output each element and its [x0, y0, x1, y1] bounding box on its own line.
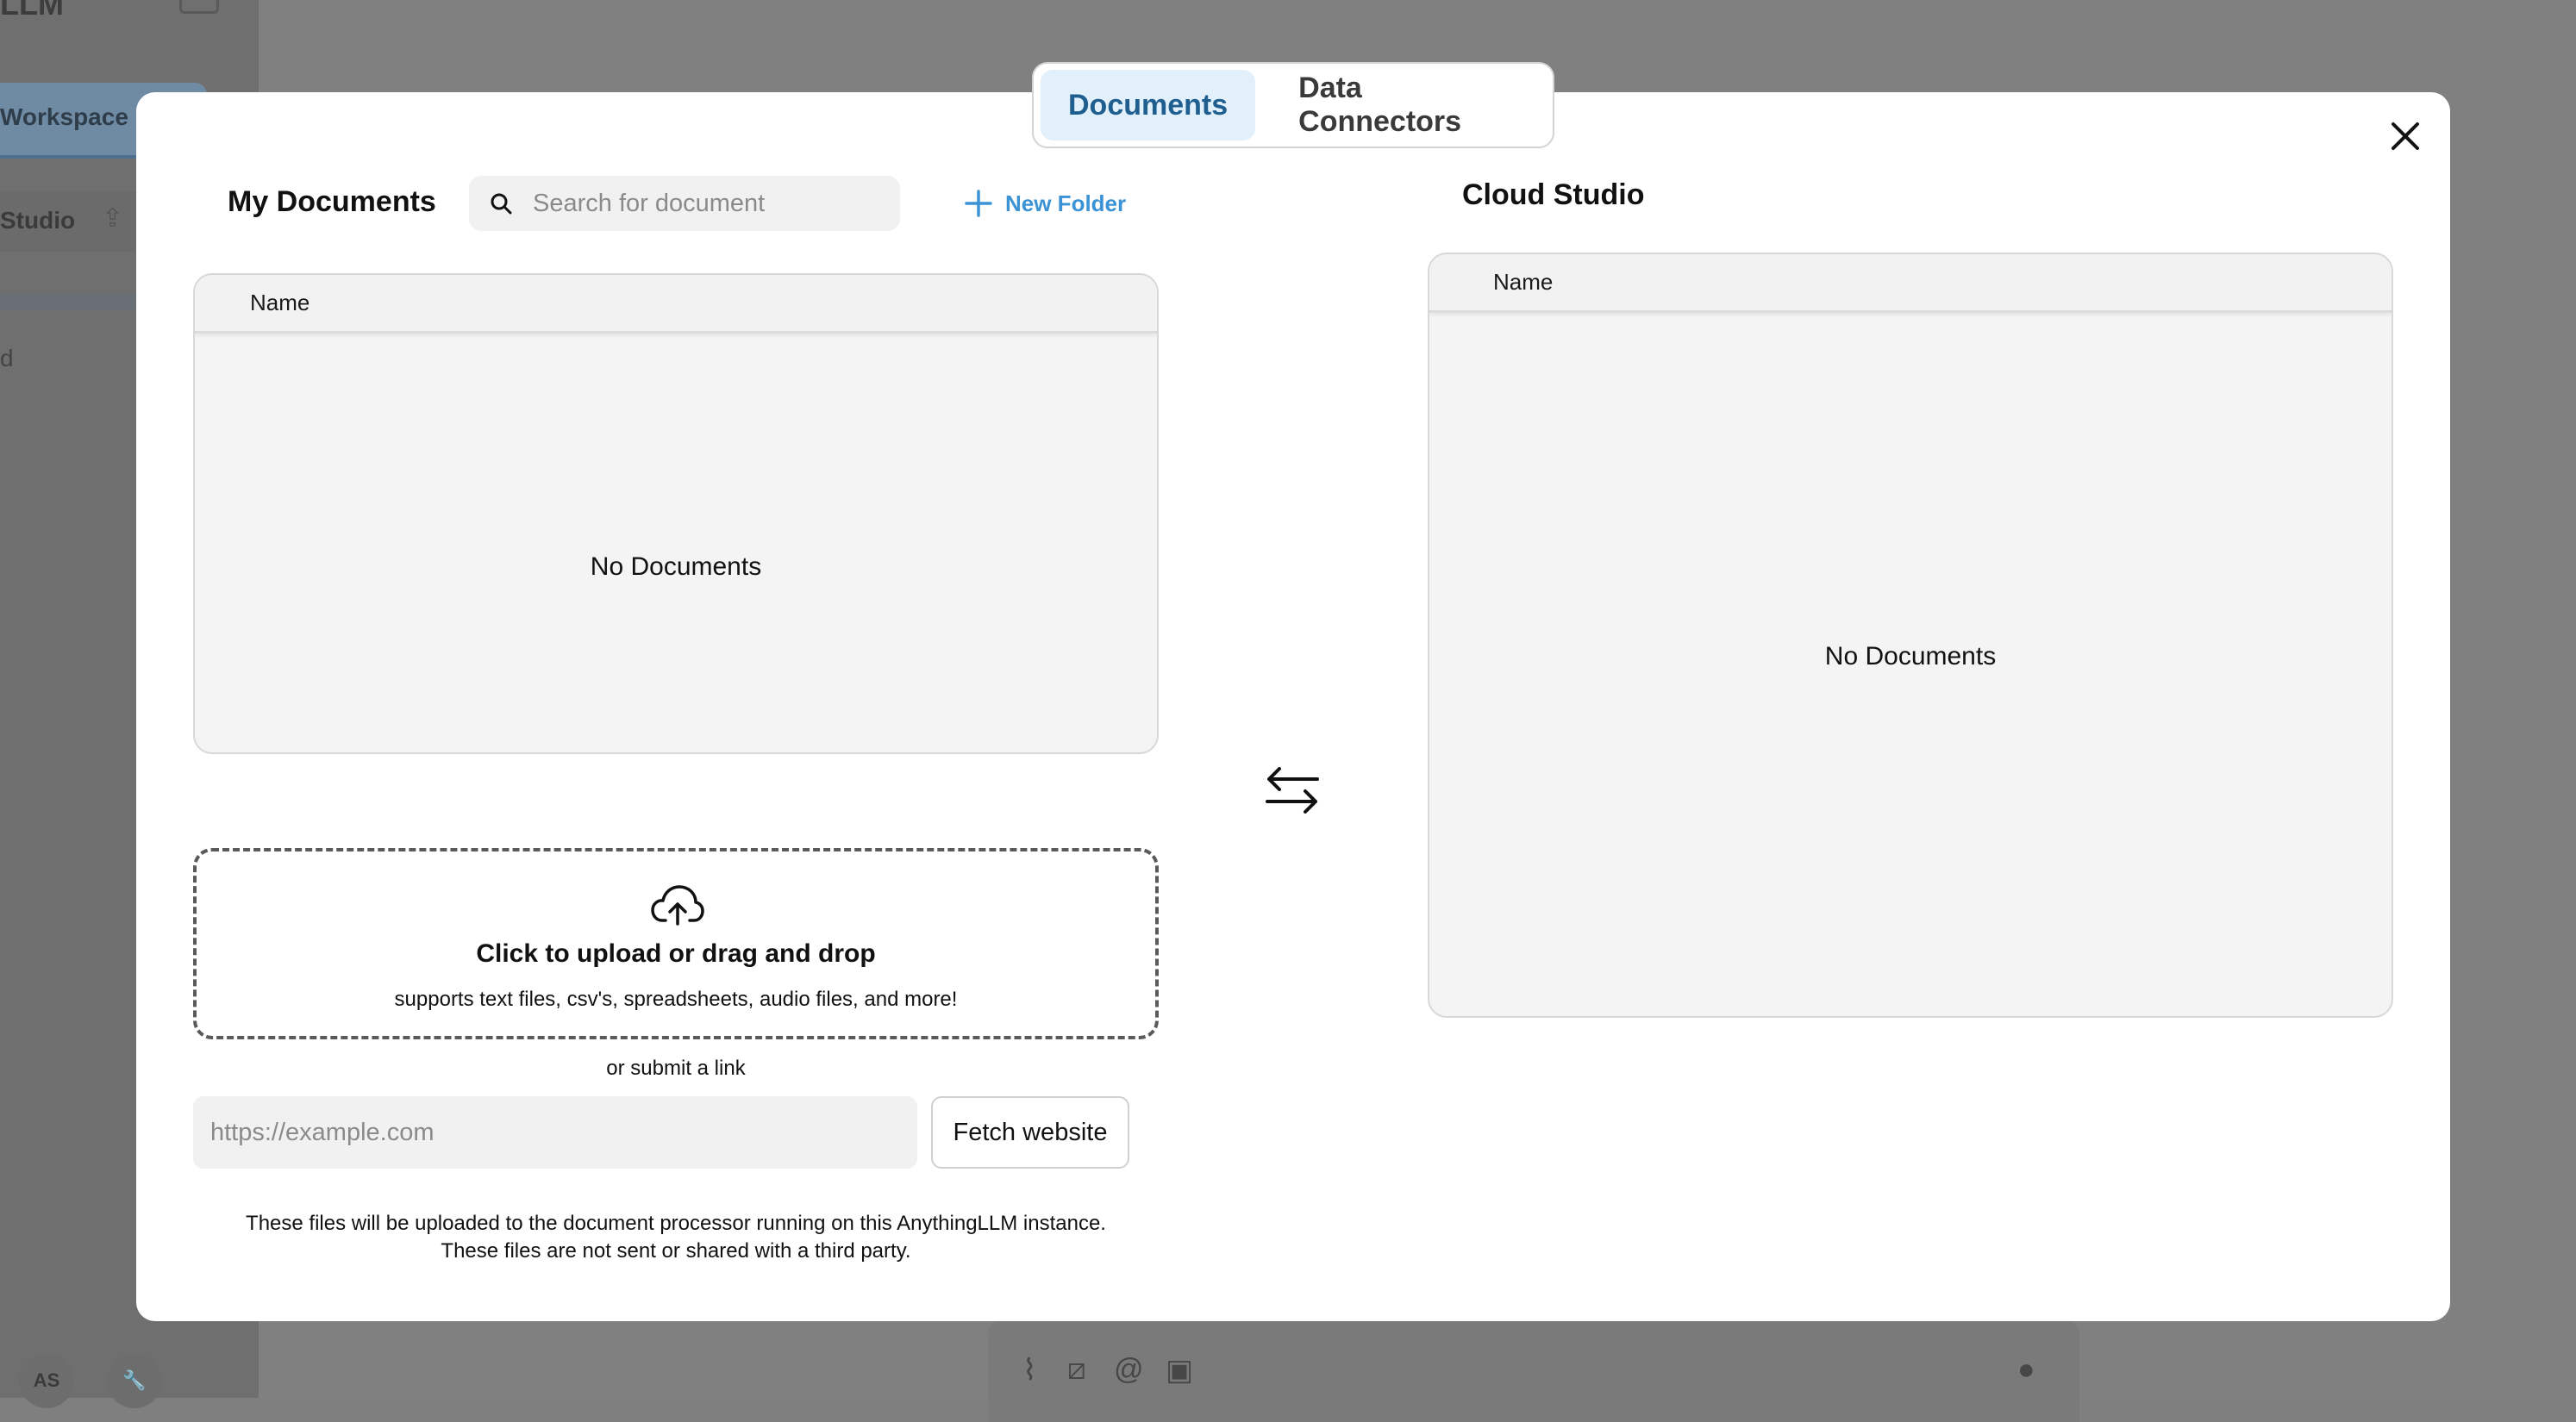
close-icon	[2392, 122, 2419, 150]
new-folder-label: New Folder	[1005, 190, 1127, 216]
workspace-documents-title: Cloud Studio	[1462, 178, 1645, 211]
background-slash-icon: ⧄	[1067, 1353, 1086, 1386]
background-thread-label: Studio	[0, 207, 76, 234]
table-header: Name	[195, 275, 1157, 334]
my-documents-table: Name No Documents	[193, 273, 1159, 754]
disclaimer-line-2: These files are not sent or shared with …	[441, 1239, 911, 1263]
document-search[interactable]	[469, 176, 900, 231]
document-manager-modal: My Documents New Folder Name No Document…	[136, 92, 2450, 1321]
move-documents-button[interactable]	[1264, 762, 1321, 823]
my-documents-title: My Documents	[228, 185, 436, 218]
search-icon	[491, 193, 512, 215]
background-small-label: d	[0, 345, 14, 371]
table-header: Name	[1429, 254, 2392, 313]
search-input[interactable]	[531, 188, 879, 219]
plus-icon	[965, 190, 992, 217]
tab-documents[interactable]: Documents	[1041, 70, 1256, 140]
new-folder-button[interactable]: New Folder	[964, 184, 1126, 222]
background-wrench-icon: 🔧	[107, 1353, 162, 1408]
tab-data-connectors[interactable]: Data Connectors	[1271, 70, 1546, 140]
disclaimer-line-1: These files will be uploaded to the docu…	[246, 1212, 1106, 1235]
modal-tabs: Documents Data Connectors	[1032, 62, 1554, 148]
upload-subtitle: supports text files, csv's, spreadsheets…	[394, 988, 958, 1011]
background-text-icon: ▣	[1166, 1354, 1194, 1387]
background-sidebar-toggle	[179, 0, 219, 14]
my-documents-empty-state: No Documents	[590, 552, 762, 581]
background-mic-icon: ●	[2017, 1353, 2035, 1386]
background-workspace-label: Workspace	[0, 103, 128, 130]
upload-title: Click to upload or drag and drop	[476, 939, 876, 968]
background-user-avatar: AS	[19, 1353, 74, 1408]
column-name-header: Name	[1493, 269, 1554, 295]
workspace-documents-table: Name No Documents	[1428, 253, 2393, 1018]
swap-arrows-icon	[1266, 767, 1319, 814]
background-upload-icon: ⇪	[102, 204, 124, 233]
or-submit-link-label: or submit a link	[606, 1057, 746, 1080]
close-button[interactable]	[2385, 115, 2426, 157]
column-name-header: Name	[250, 290, 310, 315]
fetch-website-button[interactable]: Fetch website	[931, 1096, 1129, 1169]
upload-dropzone[interactable]: Click to upload or drag and drop support…	[193, 848, 1159, 1039]
url-input[interactable]	[193, 1096, 917, 1169]
background-at-icon: @	[1114, 1353, 1144, 1386]
background-composer	[988, 1319, 2079, 1422]
cloud-upload-icon	[651, 885, 704, 926]
background-attach-icon: ⌇	[1022, 1354, 1037, 1387]
background-app-title: LLM	[0, 0, 64, 22]
workspace-documents-empty-state: No Documents	[1824, 642, 1997, 670]
